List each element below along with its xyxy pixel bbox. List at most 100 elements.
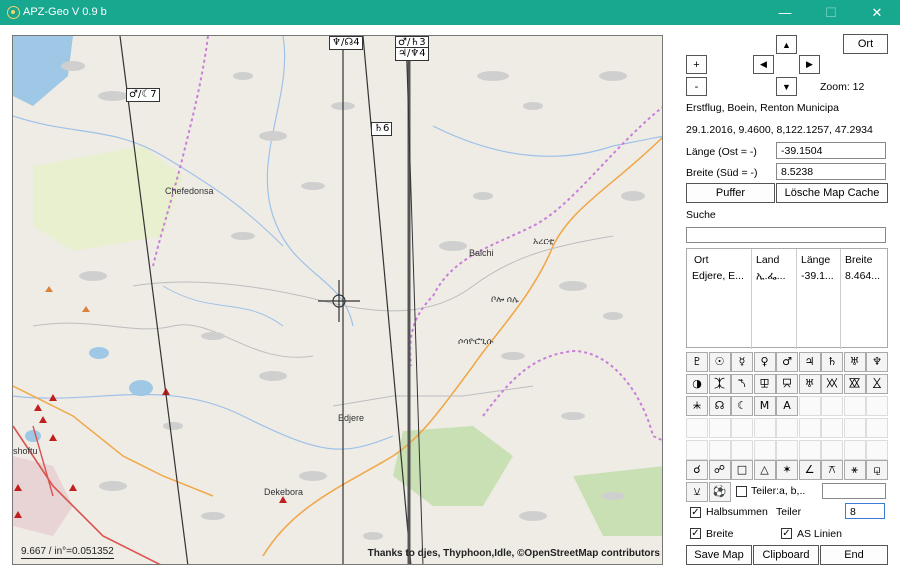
aspect-symbol-button[interactable]: ⚺	[686, 482, 708, 502]
table-cell[interactable]: Edjere, E...	[692, 270, 750, 282]
map-canvas	[13, 36, 662, 564]
planet-symbol-button[interactable]: ♆	[866, 352, 888, 372]
river	[162, 285, 284, 327]
planet-symbol-button[interactable]: A	[776, 396, 798, 416]
planet-symbol-button[interactable]: ♄	[821, 352, 843, 372]
planet-symbol-button[interactable]: ⯳	[776, 374, 798, 394]
aspect-symbol-button[interactable]: ⚻	[821, 460, 843, 480]
planet-symbol-button[interactable]: ☾	[731, 396, 753, 416]
column-header-land[interactable]: Land	[756, 254, 779, 266]
clipboard-button[interactable]: Clipboard	[753, 545, 819, 565]
track	[332, 385, 534, 407]
pan-up-button[interactable]: ▲	[776, 35, 797, 54]
as-linien-checkbox[interactable]: ✓	[781, 528, 792, 539]
empty-symbol-slot	[866, 440, 888, 460]
save-map-button[interactable]: Save Map	[686, 545, 752, 565]
planet-symbol-button[interactable]: ♃	[798, 352, 821, 372]
end-button[interactable]: End	[820, 545, 888, 565]
planet-symbol-button[interactable]: ♅	[843, 352, 866, 372]
empty-symbol-slot	[731, 418, 753, 438]
planet-symbol-button[interactable]: ⯵	[821, 374, 843, 394]
planet-symbol-button[interactable]: ♀	[753, 352, 776, 372]
empty-symbol-slot	[686, 440, 708, 460]
place-label: ቦሎ ሰሌ	[491, 294, 519, 304]
aspect-symbol-button[interactable]: ✶	[776, 460, 798, 480]
map-view[interactable]: Chefedonsa Balchi አረርቲ ቦሎ ሰሌ ሶሳዮሮጊሱ Edje…	[12, 35, 663, 565]
zoom-out-button[interactable]: -	[686, 77, 707, 96]
table-cell[interactable]: ኢ.ፌ...	[756, 270, 794, 283]
empty-symbol-slot	[798, 396, 821, 416]
river	[266, 36, 354, 327]
empty-symbol-slot	[708, 418, 731, 438]
map-attribution: Thanks to djes, Thyphoon,Idle, ©OpenStre…	[367, 548, 660, 559]
zoom-in-button[interactable]: +	[686, 55, 707, 74]
puffer-button[interactable]: Puffer	[686, 183, 775, 203]
green-area	[393, 426, 513, 506]
empty-symbol-slot	[708, 440, 731, 460]
empty-symbol-slot	[753, 418, 776, 438]
search-input[interactable]	[686, 227, 886, 243]
planet-symbol-button[interactable]: ⯸	[686, 396, 708, 416]
aspect-symbol-button[interactable]: △	[753, 460, 776, 480]
empty-symbol-slot	[776, 440, 798, 460]
empty-symbol-slot	[843, 440, 866, 460]
place-label: Chefedonsa	[165, 186, 214, 196]
track	[32, 322, 314, 358]
planet-symbol-button[interactable]: ⯲	[731, 374, 753, 394]
column-header-laenge[interactable]: Länge	[801, 254, 830, 266]
aspect-symbol-button[interactable]: ⚹	[843, 460, 866, 480]
planet-symbol-button[interactable]: ◑	[686, 374, 708, 394]
water-body	[25, 430, 41, 442]
clear-map-cache-button[interactable]: Lösche Map Cache	[776, 183, 888, 203]
halbsummen-label: Halbsummen	[706, 506, 768, 518]
ort-button[interactable]: Ort	[843, 34, 888, 54]
pan-left-button[interactable]: ◀	[753, 55, 774, 74]
teiler-ab-field[interactable]	[822, 483, 886, 499]
empty-symbol-slot	[843, 418, 866, 438]
column-header-breite[interactable]: Breite	[845, 254, 872, 266]
planet-symbol-button[interactable]: ⯷	[866, 374, 888, 394]
teiler-ab-checkbox[interactable]	[736, 486, 747, 497]
aspect-symbol-button[interactable]: ☍	[708, 460, 731, 480]
breite-label: Breite (Süd = -)	[686, 167, 758, 179]
aspect-symbol-button[interactable]: ∠	[798, 460, 821, 480]
planet-symbol-button[interactable]: ⯶	[753, 374, 776, 394]
place-label: Edjere	[338, 413, 365, 423]
aspect-symbol-button[interactable]: ☌	[686, 460, 708, 480]
aspect-symbol-button[interactable]: ⚽	[708, 482, 731, 502]
planet-symbol-button[interactable]: ⯴	[843, 374, 866, 394]
window-title: APZ-Geo V 0.9 b	[23, 6, 107, 18]
planet-symbol-button[interactable]: ♂	[776, 352, 798, 372]
pan-down-button[interactable]: ▼	[776, 77, 797, 96]
planet-line-label: ♃/♆4	[395, 47, 429, 61]
aspect-symbol-button[interactable]: □	[731, 460, 753, 480]
planet-symbol-button[interactable]: ♅	[798, 374, 821, 394]
planet-symbol-button[interactable]: M	[753, 396, 776, 416]
maximize-button[interactable]: ☐	[808, 0, 854, 25]
planet-symbol-button[interactable]: ☉	[708, 352, 731, 372]
column-header-ort[interactable]: Ort	[694, 254, 709, 266]
table-cell[interactable]: -39.1...	[801, 270, 839, 282]
planet-symbol-button[interactable]: ☊	[708, 396, 731, 416]
breite-checkbox[interactable]: ✓	[690, 528, 701, 539]
planet-symbol-button[interactable]: ☿	[731, 352, 753, 372]
planet-symbol-button[interactable]: ⯰	[708, 374, 731, 394]
results-table: Ort Land Länge Breite Edjere, E... ኢ.ፌ..…	[686, 248, 888, 349]
breite-field[interactable]: 8.5238	[776, 163, 886, 180]
halbsummen-checkbox[interactable]: ✓	[690, 507, 701, 518]
empty-symbol-slot	[821, 396, 843, 416]
pan-right-button[interactable]: ▶	[799, 55, 820, 74]
planet-symbol-button[interactable]: ♇	[686, 352, 708, 372]
table-cell[interactable]: 8.464...	[845, 270, 885, 282]
close-button[interactable]: ✕	[854, 0, 900, 25]
teiler-ab-label: Teiler:a, b,..	[751, 485, 806, 497]
empty-symbol-slot	[843, 396, 866, 416]
laenge-field[interactable]: -39.1504	[776, 142, 886, 159]
river	[432, 125, 662, 158]
teiler-field[interactable]: 8	[845, 503, 885, 519]
empty-symbol-slot	[731, 440, 753, 460]
place-label: shoftu	[13, 446, 38, 456]
astro-line	[362, 36, 412, 564]
minimize-button[interactable]: —	[762, 0, 808, 25]
aspect-symbol-button[interactable]: ⚼	[866, 460, 888, 480]
